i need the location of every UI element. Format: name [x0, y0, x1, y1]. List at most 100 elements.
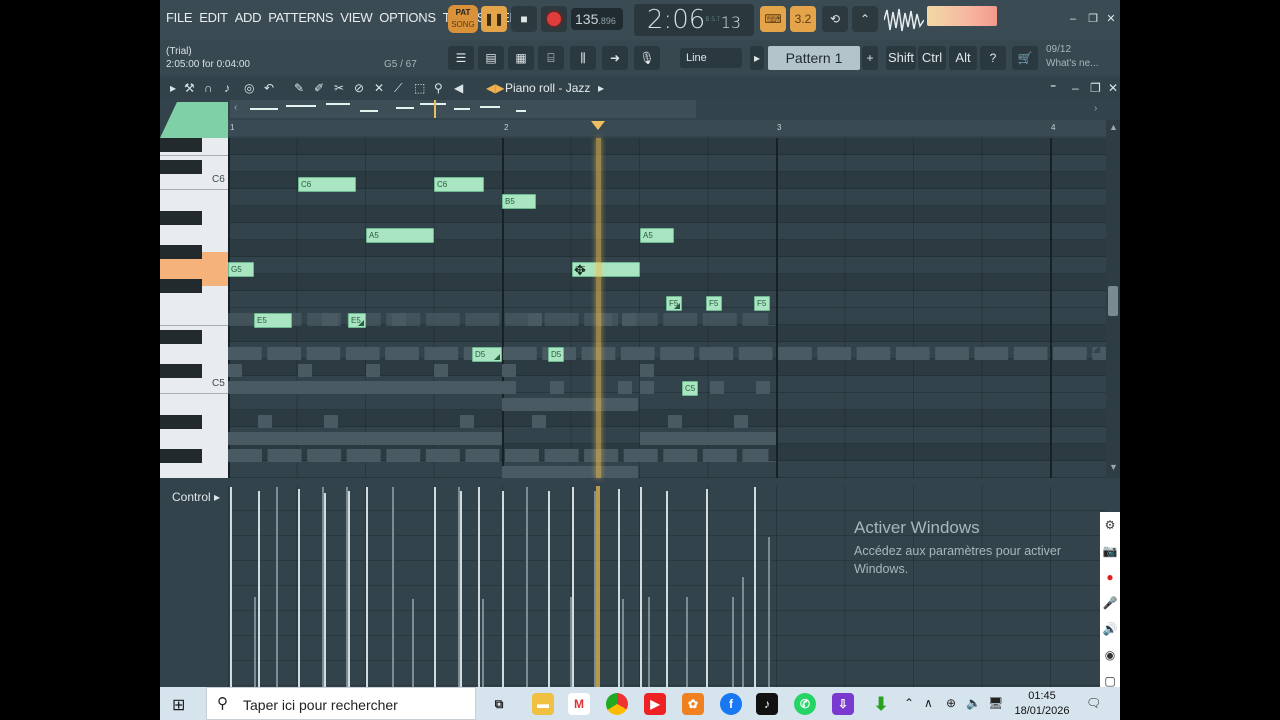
playlist-button[interactable]: ☰: [448, 46, 474, 70]
velocity-bar[interactable]: [258, 491, 260, 687]
velocity-bar[interactable]: [230, 487, 232, 687]
playback-icon[interactable]: ◀: [454, 81, 463, 95]
note-a5[interactable]: A5: [640, 228, 674, 243]
typing-keyboard-button[interactable]: ⌨: [760, 6, 786, 32]
velocity-bar[interactable]: [348, 491, 350, 687]
velocity-bar[interactable]: [412, 599, 414, 687]
pattern-select[interactable]: Pattern 1: [768, 46, 860, 70]
windows-start-icon[interactable]: ⊞: [172, 695, 185, 715]
note-a5[interactable]: A5: [366, 228, 434, 243]
browser-button[interactable]: ⌸: [538, 46, 564, 70]
pr-restore-icon[interactable]: ❐: [1090, 81, 1101, 95]
velocity-bar[interactable]: [298, 489, 300, 687]
note-preview-corner[interactable]: [160, 102, 228, 138]
mic-button[interactable]: 🎙: [634, 46, 660, 70]
tiktok-icon[interactable]: ♪: [756, 693, 778, 715]
pr-close-icon[interactable]: ✕: [1108, 81, 1118, 95]
velocity-bar[interactable]: [648, 597, 650, 687]
volume-tray-icon[interactable]: 🔈: [966, 696, 981, 710]
mute-icon[interactable]: ⊘: [354, 81, 364, 95]
fl-studio-icon[interactable]: ✿: [682, 693, 704, 715]
tray-chevron-icon[interactable]: ⌃: [904, 696, 914, 710]
magnet-icon[interactable]: ∩: [204, 81, 213, 95]
control-label[interactable]: Control ▸: [172, 490, 220, 504]
metronome-button[interactable]: ⌃: [852, 6, 878, 32]
scroll-down-icon[interactable]: ▼: [1109, 462, 1118, 472]
taskbar-clock[interactable]: 01:45 18/01/2026: [1006, 689, 1078, 719]
menu-edit[interactable]: EDIT: [199, 10, 228, 25]
note-b5[interactable]: B5: [502, 194, 536, 209]
select-icon[interactable]: ⬚: [414, 81, 425, 95]
vertical-scroll-thumb[interactable]: [1108, 286, 1118, 316]
note-c6[interactable]: C6: [434, 177, 484, 192]
piano-roll-button[interactable]: ▦: [508, 46, 534, 70]
task-view-icon[interactable]: ⧉: [488, 693, 510, 715]
shift-button[interactable]: Shift: [886, 46, 916, 70]
note-e5[interactable]: E5: [348, 313, 366, 328]
help-button[interactable]: ?: [980, 46, 1006, 70]
notifications-icon[interactable]: 🗨: [1086, 696, 1101, 710]
volume-icon[interactable]: 🔊: [1100, 616, 1120, 642]
pattern-overview[interactable]: ‹: [230, 100, 696, 118]
song-position-display[interactable]: 2:06B:S:T13: [634, 4, 754, 36]
note-e5[interactable]: E5: [254, 313, 292, 328]
pr-layout-icon[interactable]: ⁼: [1050, 81, 1056, 95]
scroll-right-icon[interactable]: ›: [1094, 103, 1097, 114]
shop-button[interactable]: 🛒: [1012, 46, 1038, 70]
network-icon[interactable]: 🖥: [988, 696, 1003, 710]
menu-patterns[interactable]: PATTERNS: [268, 10, 333, 25]
menu-add[interactable]: ADD: [235, 10, 262, 25]
facebook-icon[interactable]: f: [720, 693, 742, 715]
black-key[interactable]: [160, 449, 202, 463]
velocity-bar[interactable]: [732, 597, 734, 687]
velocity-bar[interactable]: [754, 487, 756, 687]
piano-keyboard[interactable]: C6 C5: [160, 138, 228, 478]
menu-view[interactable]: VIEW: [340, 10, 372, 25]
microphone-icon[interactable]: 🎤: [1100, 590, 1120, 616]
add-pattern-button[interactable]: +: [862, 46, 878, 70]
pencil-icon[interactable]: ✎: [294, 81, 304, 95]
velocity-bar[interactable]: [742, 577, 744, 687]
black-key[interactable]: [160, 211, 202, 225]
black-key[interactable]: [160, 245, 202, 259]
velocity-bar[interactable]: [640, 487, 642, 687]
black-key[interactable]: [160, 279, 202, 293]
black-key[interactable]: [160, 330, 202, 344]
alt-button[interactable]: Alt: [949, 46, 977, 70]
velocity-bar[interactable]: [434, 487, 436, 687]
velocity-bar[interactable]: [548, 491, 550, 687]
black-key[interactable]: [160, 160, 202, 174]
velocity-bar[interactable]: [254, 597, 256, 687]
velocity-lane[interactable]: [228, 486, 1106, 687]
news-panel[interactable]: 09/12 What's ne...: [1046, 43, 1099, 71]
snap-select[interactable]: Line: [680, 48, 742, 68]
velocity-bar[interactable]: [482, 599, 484, 687]
velocity-bar[interactable]: [768, 537, 770, 687]
pat-song-toggle[interactable]: PAT SONG: [448, 5, 478, 33]
black-key[interactable]: [160, 364, 202, 378]
velocity-bar[interactable]: [618, 489, 620, 687]
webcam-icon[interactable]: ◉: [1100, 642, 1120, 668]
settings-icon[interactable]: ⚙: [1100, 512, 1120, 538]
note-c5[interactable]: C5: [682, 381, 698, 396]
velocity-bar[interactable]: [478, 487, 480, 687]
blend-notes-button[interactable]: ⟲: [822, 6, 848, 32]
undo-icon[interactable]: ↶: [264, 81, 274, 95]
velocity-bar[interactable]: [622, 599, 624, 687]
step-edit-button[interactable]: 3.2: [790, 6, 816, 32]
taskbar-search[interactable]: ⚲ Taper ici pour rechercher: [206, 687, 476, 720]
paint-icon[interactable]: ✐: [314, 81, 324, 95]
menu-file[interactable]: FILE: [166, 10, 193, 25]
record-dot-icon[interactable]: ●: [1100, 564, 1120, 590]
youtube-icon[interactable]: ▶: [644, 693, 666, 715]
tempo-display[interactable]: 135.896: [571, 8, 623, 30]
pause-button[interactable]: ❚❚: [481, 6, 507, 32]
black-key[interactable]: [160, 415, 202, 429]
close-icon[interactable]: ✕: [1104, 12, 1118, 26]
note-f5[interactable]: F5: [706, 296, 722, 311]
slice-icon[interactable]: ⟋: [394, 81, 402, 96]
control-lane-header[interactable]: Control ▸: [160, 479, 228, 687]
playhead-marker[interactable]: [591, 121, 605, 130]
downloader-icon[interactable]: ⇩: [832, 693, 854, 715]
stop-button[interactable]: ■: [511, 6, 537, 32]
